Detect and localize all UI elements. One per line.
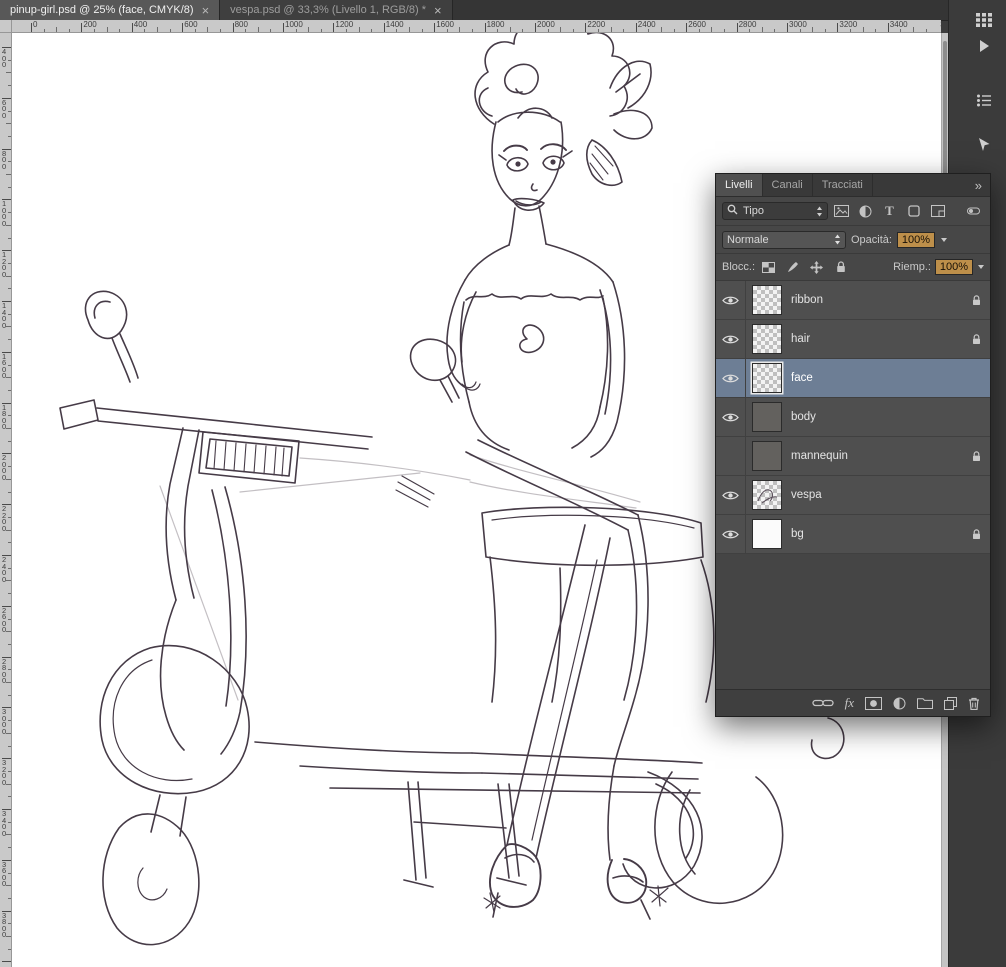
layer-name: ribbon xyxy=(791,294,962,306)
tool-presets-icon[interactable] xyxy=(971,88,997,112)
tab-canali[interactable]: Canali xyxy=(763,174,813,196)
layer-name: face xyxy=(791,372,962,384)
tab-tracciati[interactable]: Tracciati xyxy=(813,174,873,196)
opacity-label: Opacità: xyxy=(851,234,892,246)
layer-thumbnail[interactable] xyxy=(752,402,782,432)
layer-name: hair xyxy=(791,333,962,345)
document-tabbar: pinup-girl.psd @ 25% (face, CMYK/8) × ve… xyxy=(0,0,1006,21)
lock-position-icon[interactable] xyxy=(806,258,827,277)
adjustment-layer-icon[interactable] xyxy=(893,697,906,710)
layers-empty-area xyxy=(716,554,990,689)
filter-type-dropdown[interactable]: Tipo xyxy=(722,202,828,220)
layer-lock-icon xyxy=(962,295,990,306)
layer-visibility-toggle[interactable] xyxy=(716,476,746,514)
smart-object-filter-icon[interactable] xyxy=(927,202,948,221)
blend-mode-dropdown[interactable]: Normale xyxy=(722,231,846,249)
layer-row-hair[interactable]: hair xyxy=(716,320,990,359)
blend-row: Normale Opacità: 100% xyxy=(716,226,990,254)
layer-lock-icon xyxy=(962,334,990,345)
blend-mode-value: Normale xyxy=(727,234,829,246)
fill-value-field[interactable]: 100% xyxy=(935,259,973,275)
collapse-panel-chevrons-icon[interactable]: » xyxy=(967,174,990,196)
layer-style-fx-icon[interactable]: fx xyxy=(845,695,854,711)
lock-all-icon[interactable] xyxy=(830,258,851,277)
fill-dropdown-arrow-icon[interactable] xyxy=(978,265,984,269)
layer-thumbnail[interactable] xyxy=(752,363,782,393)
layer-name: body xyxy=(791,411,962,423)
opacity-dropdown-arrow-icon[interactable] xyxy=(941,238,947,242)
filter-type-value: Tipo xyxy=(743,205,811,217)
layer-row-bg[interactable]: bg xyxy=(716,515,990,554)
layer-row-mannequin[interactable]: mannequin xyxy=(716,437,990,476)
layer-name: bg xyxy=(791,528,962,540)
layer-lock-icon xyxy=(962,529,990,540)
layer-row-body[interactable]: body xyxy=(716,398,990,437)
swatches-icon[interactable] xyxy=(971,8,997,32)
layers-panel: Livelli Canali Tracciati » Tipo T xyxy=(715,173,991,717)
lock-transparency-icon[interactable] xyxy=(758,258,779,277)
layer-thumbnail[interactable] xyxy=(752,519,782,549)
layer-visibility-toggle[interactable] xyxy=(716,437,746,475)
type-layer-filter-icon[interactable]: T xyxy=(879,202,900,221)
tab-livelli[interactable]: Livelli xyxy=(716,174,763,196)
actions-play-icon[interactable] xyxy=(971,34,997,58)
fill-label: Riemp.: xyxy=(893,261,931,273)
layer-thumbnail[interactable] xyxy=(752,441,782,471)
filter-switch-icon[interactable] xyxy=(963,202,984,221)
document-tab-label: pinup-girl.psd @ 25% (face, CMYK/8) xyxy=(10,4,194,16)
lock-row: Blocc.: Riemp.: 100% xyxy=(716,254,990,281)
combo-stepper-icon xyxy=(834,234,841,245)
layer-mask-icon[interactable] xyxy=(865,697,882,710)
document-tab-label: vespa.psd @ 33,3% (Livello 1, RGB/8) * xyxy=(230,4,426,16)
layer-row-vespa[interactable]: vespa xyxy=(716,476,990,515)
combo-stepper-icon xyxy=(816,206,823,217)
lock-pixels-icon[interactable] xyxy=(782,258,803,277)
layers-panel-toolbar: fx xyxy=(716,689,990,716)
close-tab-icon[interactable]: × xyxy=(202,4,210,17)
layer-visibility-toggle[interactable] xyxy=(716,398,746,436)
pixel-layer-filter-icon[interactable] xyxy=(831,202,852,221)
layer-thumbnail[interactable] xyxy=(752,285,782,315)
document-tab-vespa[interactable]: vespa.psd @ 33,3% (Livello 1, RGB/8) * × xyxy=(220,0,452,20)
layer-name: vespa xyxy=(791,489,962,501)
ruler-vertical[interactable]: 4006008001000120014001600180020002200240… xyxy=(0,33,12,967)
layers-list: ribbon hair face body mannequin vespa bg xyxy=(716,281,990,554)
layer-filter-row: Tipo T xyxy=(716,197,990,226)
layer-lock-icon xyxy=(962,451,990,462)
ruler-horizontal[interactable]: 0200400600800100012001400160018002000220… xyxy=(12,20,941,33)
close-tab-icon[interactable]: × xyxy=(434,4,442,17)
layer-visibility-toggle[interactable] xyxy=(716,359,746,397)
shape-layer-filter-icon[interactable] xyxy=(903,202,924,221)
opacity-value-field[interactable]: 100% xyxy=(897,232,935,248)
layer-thumbnail[interactable] xyxy=(752,324,782,354)
layer-visibility-toggle[interactable] xyxy=(716,515,746,553)
layers-panel-tabbar: Livelli Canali Tracciati » xyxy=(716,174,990,197)
layer-thumbnail[interactable] xyxy=(752,480,782,510)
layer-visibility-toggle[interactable] xyxy=(716,320,746,358)
layer-visibility-toggle[interactable] xyxy=(716,281,746,319)
link-layers-icon[interactable] xyxy=(812,698,834,708)
ruler-origin-corner xyxy=(0,20,12,33)
layer-row-face[interactable]: face xyxy=(716,359,990,398)
search-icon xyxy=(727,204,738,218)
delete-layer-icon[interactable] xyxy=(968,697,980,710)
layer-group-icon[interactable] xyxy=(917,697,933,709)
new-layer-icon[interactable] xyxy=(944,697,957,710)
layer-name: mannequin xyxy=(791,450,962,462)
annotations-icon[interactable] xyxy=(971,132,997,156)
layer-row-ribbon[interactable]: ribbon xyxy=(716,281,990,320)
document-tab-pinup-girl[interactable]: pinup-girl.psd @ 25% (face, CMYK/8) × xyxy=(0,0,220,20)
adjustment-layer-filter-icon[interactable] xyxy=(855,202,876,221)
lock-label: Blocc.: xyxy=(722,261,755,273)
